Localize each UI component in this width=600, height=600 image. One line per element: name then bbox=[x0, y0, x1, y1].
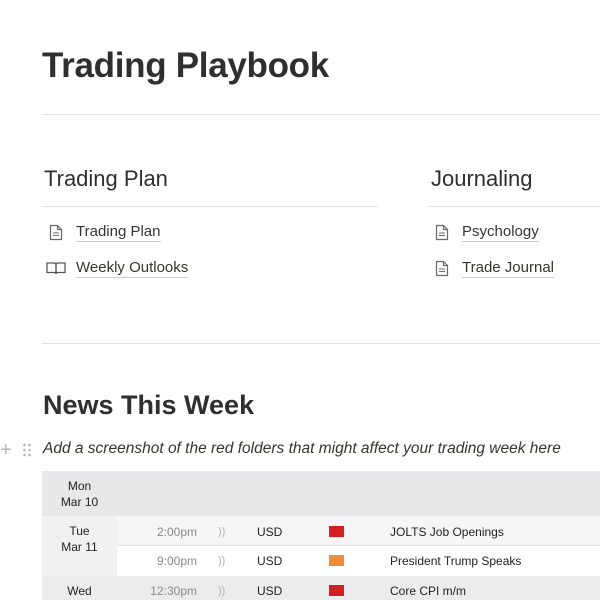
page-icon bbox=[432, 258, 452, 278]
link-trade-journal[interactable]: Trade Journal bbox=[432, 256, 554, 280]
journaling-heading-divider bbox=[428, 206, 600, 207]
link-trading-plan[interactable]: Trading Plan bbox=[46, 220, 161, 244]
block-controls: + bbox=[0, 440, 34, 460]
medium-impact-folder-icon bbox=[329, 555, 344, 566]
event-name: Core CPI m/m bbox=[390, 584, 467, 598]
day-dow: Mon bbox=[67, 479, 92, 493]
link-psychology-label: Psychology bbox=[462, 222, 539, 242]
day-date: Mar 10 bbox=[60, 495, 99, 509]
event-time: 2:00pm bbox=[156, 525, 197, 539]
sound-icon: )) bbox=[218, 555, 226, 567]
calendar-row-mon bbox=[42, 471, 600, 516]
day-label-mon: Mon Mar 10 bbox=[42, 478, 117, 510]
sound-icon: )) bbox=[218, 526, 226, 538]
day-label-tue: Tue Mar 11 bbox=[42, 523, 117, 555]
high-impact-folder-icon bbox=[329, 526, 344, 537]
event-time: 9:00pm bbox=[156, 554, 197, 568]
journaling-heading: Journaling bbox=[431, 166, 533, 191]
news-section-title: News This Week bbox=[43, 390, 255, 420]
page-icon bbox=[46, 222, 66, 242]
event-name: President Trump Speaks bbox=[390, 554, 522, 568]
trading-plan-heading: Trading Plan bbox=[44, 166, 168, 191]
day-dow: Wed bbox=[67, 584, 92, 598]
trading-plan-heading-divider bbox=[42, 206, 378, 207]
link-psychology[interactable]: Psychology bbox=[432, 220, 539, 244]
link-weekly-outlooks-label: Weekly Outlooks bbox=[76, 258, 189, 278]
link-trading-plan-label: Trading Plan bbox=[76, 222, 161, 242]
title-divider bbox=[42, 114, 600, 115]
news-note[interactable]: Add a screenshot of the red folders that… bbox=[43, 440, 561, 458]
high-impact-folder-icon bbox=[329, 585, 344, 596]
event-currency: USD bbox=[257, 584, 283, 598]
add-block-icon[interactable]: + bbox=[0, 440, 16, 460]
day-date: Mar 11 bbox=[61, 540, 98, 554]
book-icon bbox=[46, 258, 66, 278]
event-time: 12:30pm bbox=[150, 584, 197, 598]
day-label-wed: Wed bbox=[42, 583, 117, 599]
day-dow: Tue bbox=[69, 524, 90, 538]
event-name: JOLTS Job Openings bbox=[390, 525, 504, 539]
drag-handle-icon[interactable] bbox=[22, 442, 34, 458]
calendar-screenshot: Mon Mar 10 Tue Mar 11 2:00pm )) USD JOLT… bbox=[42, 471, 600, 600]
link-trade-journal-label: Trade Journal bbox=[462, 258, 554, 278]
link-weekly-outlooks[interactable]: Weekly Outlooks bbox=[46, 256, 189, 280]
sound-icon: )) bbox=[218, 585, 226, 597]
section-divider bbox=[42, 343, 600, 344]
event-currency: USD bbox=[257, 554, 283, 568]
event-currency: USD bbox=[257, 525, 283, 539]
page-title: Trading Playbook bbox=[42, 46, 329, 85]
page-icon bbox=[432, 222, 452, 242]
